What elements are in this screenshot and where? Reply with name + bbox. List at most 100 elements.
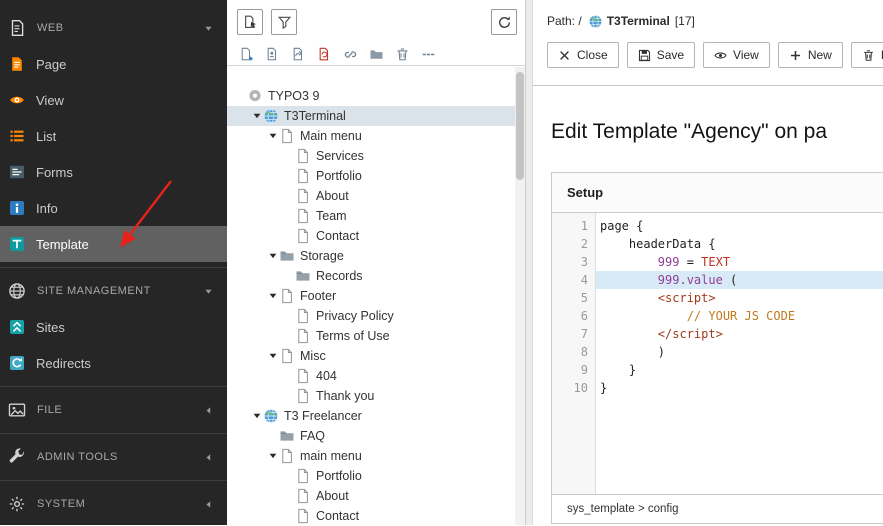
- tree-node-about[interactable]: About: [227, 486, 525, 506]
- line-number: 8: [552, 343, 588, 361]
- tree-node-misc[interactable]: Misc: [227, 346, 525, 366]
- view-button[interactable]: View: [703, 42, 770, 68]
- code-line[interactable]: ): [596, 343, 883, 361]
- tree-node-terms-of-use[interactable]: Terms of Use: [227, 326, 525, 346]
- tree-node-label: T3 Freelancer: [284, 409, 362, 423]
- filter-button[interactable]: [271, 9, 297, 35]
- tree-node-label: Records: [316, 269, 363, 283]
- pt-link-icon[interactable]: [343, 47, 358, 62]
- pt-page-new-icon[interactable]: [239, 47, 254, 62]
- save-button[interactable]: Save: [627, 42, 695, 68]
- pt-page-recycler-icon[interactable]: [317, 47, 332, 62]
- tree-node-portfolio[interactable]: Portfolio: [227, 166, 525, 186]
- code-line[interactable]: <script>: [596, 289, 883, 307]
- module-item-label: Template: [36, 237, 89, 252]
- delete-button[interactable]: Delete: [851, 42, 883, 68]
- tree-node-footer[interactable]: Footer: [227, 286, 525, 306]
- code-line[interactable]: 999.value (: [596, 271, 883, 289]
- tree-node-t3-freelancer[interactable]: T3 Freelancer: [227, 406, 525, 426]
- tree-caret-icon[interactable]: [251, 410, 263, 422]
- module-group-label: FILE: [37, 404, 62, 416]
- tree-toolbar-buttons: [237, 9, 297, 35]
- button-label: Save: [657, 48, 684, 62]
- page-icon: [295, 488, 311, 504]
- tree-caret-icon[interactable]: [267, 350, 279, 362]
- code-line[interactable]: }: [596, 361, 883, 379]
- tree-node-privacy-policy[interactable]: Privacy Policy: [227, 306, 525, 326]
- line-number: 6: [552, 307, 588, 325]
- pt-trash-icon[interactable]: [395, 47, 410, 62]
- code-line[interactable]: </script>: [596, 325, 883, 343]
- tree-node-records[interactable]: Records: [227, 266, 525, 286]
- module-group-header-file[interactable]: FILE: [0, 392, 227, 428]
- code-editor[interactable]: page { headerData { 999 = TEXT 999.value…: [596, 213, 883, 494]
- module-item-list[interactable]: List: [0, 118, 227, 154]
- code-line[interactable]: }: [596, 379, 883, 397]
- module-item-sites[interactable]: Sites: [0, 309, 227, 345]
- tree-node-typo3-9[interactable]: TYPO3 9: [227, 86, 525, 106]
- docheader-buttons-left: Close Save View New Delete: [547, 42, 883, 68]
- tree-node-contact[interactable]: Contact: [227, 506, 525, 526]
- tree-caret-icon[interactable]: [251, 110, 263, 122]
- page-icon: [295, 308, 311, 324]
- tree-node-thank-you[interactable]: Thank you: [227, 386, 525, 406]
- tree-caret-icon[interactable]: [267, 290, 279, 302]
- tree-node-faq[interactable]: FAQ: [227, 426, 525, 446]
- code-line[interactable]: headerData {: [596, 235, 883, 253]
- tree-caret-icon[interactable]: [267, 250, 279, 262]
- pt-page-bes-icon[interactable]: [265, 47, 280, 62]
- module-group-header-system[interactable]: SYSTEM: [0, 486, 227, 522]
- pt-page-shortcut-icon[interactable]: [291, 47, 306, 62]
- editor-breadcrumb: sys_template > config: [552, 494, 883, 523]
- pt-divider-icon[interactable]: [421, 47, 436, 62]
- tree-node-team[interactable]: Team: [227, 206, 525, 226]
- module-item-forms[interactable]: Forms: [0, 154, 227, 190]
- tree-node-about[interactable]: About: [227, 186, 525, 206]
- close-button[interactable]: Close: [547, 42, 619, 68]
- scrollbar-thumb[interactable]: [516, 72, 524, 180]
- code-token: [600, 309, 687, 323]
- tree-node-contact[interactable]: Contact: [227, 226, 525, 246]
- code-token: }: [600, 381, 607, 395]
- code-token: page {: [600, 219, 643, 233]
- tree-node-404[interactable]: 404: [227, 366, 525, 386]
- module-item-template[interactable]: Template: [0, 226, 227, 262]
- tree-node-label: Portfolio: [316, 169, 362, 183]
- tree-node-main-menu[interactable]: main menu: [227, 446, 525, 466]
- module-item-label: Redirects: [36, 356, 91, 371]
- folder-icon: [279, 248, 295, 264]
- panel-splitter[interactable]: [525, 0, 533, 525]
- new-page-toggle-button[interactable]: [237, 9, 263, 35]
- new-button[interactable]: New: [778, 42, 843, 68]
- code-line[interactable]: // YOUR JS CODE: [596, 307, 883, 325]
- tree-node-main-menu[interactable]: Main menu: [227, 126, 525, 146]
- line-number: 3: [552, 253, 588, 271]
- tree-caret-spacer: [283, 470, 295, 482]
- tree-scrollbar[interactable]: [515, 67, 525, 525]
- page-icon: [295, 468, 311, 484]
- module-item-view[interactable]: View: [0, 82, 227, 118]
- tree-node-storage[interactable]: Storage: [227, 246, 525, 266]
- tree-caret-spacer: [283, 310, 295, 322]
- tree-node-t3terminal[interactable]: T3Terminal: [227, 106, 525, 126]
- code-line[interactable]: page {: [596, 217, 883, 235]
- refresh-tree-button[interactable]: [491, 9, 517, 35]
- pt-folder-icon[interactable]: [369, 47, 384, 62]
- module-group-header-admin-tools[interactable]: ADMIN TOOLS: [0, 439, 227, 475]
- module-item-info[interactable]: Info: [0, 190, 227, 226]
- module-group-header-site-management[interactable]: SITE MANAGEMENT: [0, 273, 227, 309]
- tree-node-portfolio[interactable]: Portfolio: [227, 466, 525, 486]
- line-number: 1: [552, 217, 588, 235]
- code-token: =: [679, 255, 701, 269]
- code-line[interactable]: 999 = TEXT: [596, 253, 883, 271]
- tree-node-services[interactable]: Services: [227, 146, 525, 166]
- sites-module-icon: [9, 319, 25, 335]
- module-group-header-web[interactable]: WEB: [0, 10, 227, 46]
- tree-caret-icon[interactable]: [267, 130, 279, 142]
- tree-caret-spacer: [283, 490, 295, 502]
- tree-caret-icon[interactable]: [267, 450, 279, 462]
- module-item-page[interactable]: Page: [0, 46, 227, 82]
- page-tree: TYPO3 9T3TerminalMain menuServices Portfo…: [227, 66, 525, 526]
- module-item-redirects[interactable]: Redirects: [0, 345, 227, 381]
- module-group-label: ADMIN TOOLS: [37, 451, 118, 463]
